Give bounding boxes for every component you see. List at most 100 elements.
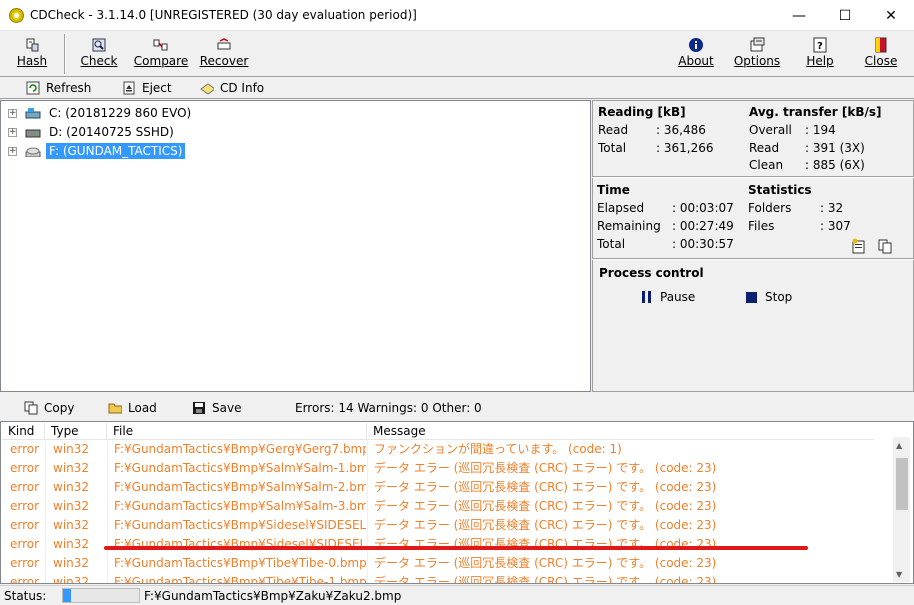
log-row[interactable]: error win32 F:¥GundamTactics¥Bmp¥Tibe¥Tibe… — [2, 573, 874, 584]
refresh-button[interactable]: Refresh — [26, 79, 91, 97]
column-message[interactable]: Message — [367, 423, 874, 440]
log-row[interactable]: error win32 F:¥GundamTactics¥Bmp¥Sidesel¥S… — [2, 516, 874, 535]
help-button[interactable]: ? Help — [802, 31, 838, 75]
log-cell-type: win32 — [53, 499, 90, 513]
log-row[interactable]: error win32 F:¥GundamTactics¥Bmp¥Salm¥Salm… — [2, 497, 874, 516]
total-time-label: Total — [597, 237, 626, 251]
reading-read-value: : 36,486 — [656, 123, 706, 137]
options-button[interactable]: Options — [734, 31, 780, 75]
load-button[interactable]: Load — [108, 399, 157, 417]
scroll-down-icon[interactable]: ▼ — [896, 570, 902, 579]
column-divider — [367, 440, 368, 459]
column-divider — [45, 440, 46, 459]
pause-button[interactable]: Pause — [642, 290, 695, 304]
tree-item-f[interactable]: + F: (GUNDAM_TACTICS) — [8, 142, 186, 160]
recover-icon — [215, 36, 233, 53]
column-kind[interactable]: Kind — [2, 423, 45, 440]
copy-button[interactable]: Copy — [24, 399, 74, 417]
cd-info-icon — [200, 81, 214, 95]
log-cell-type: win32 — [53, 518, 90, 532]
log-cell-file: F:¥GundamTactics¥Bmp¥Salm¥Salm-3.bmp — [114, 499, 366, 513]
close-button[interactable]: Close — [862, 31, 900, 75]
copy-stats-icon[interactable] — [877, 238, 893, 254]
column-divider — [45, 516, 46, 535]
scrollbar-thumb[interactable] — [896, 458, 908, 510]
column-divider — [367, 535, 368, 554]
log-row[interactable]: error win32 F:¥GundamTactics¥Bmp¥Tibe¥Tibe… — [2, 554, 874, 573]
process-control-section: Process control Pause Stop — [592, 260, 914, 320]
info-icon — [687, 36, 705, 53]
transfer-overall-label: Overall — [749, 123, 792, 137]
toolbar-separator — [64, 34, 66, 74]
column-divider — [45, 535, 46, 554]
cd-info-button[interactable]: CD Info — [200, 79, 264, 97]
expand-icon[interactable]: + — [8, 146, 17, 156]
log-list[interactable]: Kind Type File Message error win32 F:¥Gund… — [0, 421, 914, 584]
log-cell-file: F:¥GundamTactics¥Bmp¥Tibe¥Tibe-0.bmp — [114, 556, 366, 570]
log-row[interactable]: error win32 F:¥GundamTactics¥Bmp¥Sidesel¥S… — [2, 535, 874, 554]
recover-button[interactable]: Recover — [200, 31, 248, 75]
reading-title: Reading [kB] — [598, 105, 686, 119]
scroll-up-icon[interactable]: ▲ — [896, 441, 902, 450]
hash-button[interactable]: Hash — [12, 31, 52, 75]
files-label: Files — [748, 219, 775, 233]
log-cell-file: F:¥GundamTactics¥Bmp¥Tibe¥Tibe-1.bmp — [114, 575, 366, 584]
compare-button[interactable]: Compare — [134, 31, 188, 75]
close-window-button[interactable]: ✕ — [868, 0, 914, 31]
log-cell-message: データ エラー (巡回冗長検査 (CRC) エラー) です。 (code: 23… — [374, 556, 717, 570]
log-row[interactable]: error win32 F:¥GundamTactics¥Bmp¥Salm¥Salm… — [2, 478, 874, 497]
log-cell-file: F:¥GundamTactics¥Bmp¥Gerg¥Gerg7.bmp — [114, 442, 366, 456]
log-cell-kind: error — [10, 499, 40, 513]
exit-door-icon — [872, 36, 890, 53]
eject-icon — [122, 81, 136, 95]
about-button[interactable]: About — [675, 31, 717, 75]
tree-item-c[interactable]: + C: (20181229 860 EVO) — [8, 104, 194, 122]
folders-label: Folders — [748, 201, 792, 215]
log-row[interactable]: error win32 F:¥GundamTactics¥Bmp¥Salm¥Salm… — [2, 459, 874, 478]
log-row[interactable]: error win32 F:¥GundamTactics¥Bmp¥Gerg¥Gerg… — [2, 440, 874, 459]
column-divider — [367, 478, 368, 497]
options-icon — [748, 36, 766, 53]
transfer-clean-label: Clean — [749, 158, 784, 172]
progress-fill — [63, 589, 71, 602]
column-file[interactable]: File — [107, 423, 367, 440]
status-bar: Status: F:¥GundamTactics¥Bmp¥Zaku¥Zaku2.… — [0, 585, 914, 605]
column-divider — [367, 554, 368, 573]
column-divider — [107, 478, 108, 497]
total-time-value: : 00:30:57 — [672, 237, 734, 251]
column-divider — [45, 554, 46, 573]
reading-total-label: Total — [598, 141, 627, 155]
minimize-button[interactable]: — — [776, 0, 822, 31]
column-type[interactable]: Type — [45, 423, 107, 440]
log-cell-type: win32 — [53, 537, 90, 551]
stop-button[interactable]: Stop — [746, 290, 792, 304]
drive-tree: + C: (20181229 860 EVO) + D: (20140725 S… — [0, 100, 591, 392]
column-divider — [107, 516, 108, 535]
log-cell-type: win32 — [53, 575, 90, 584]
log-cell-kind: error — [10, 461, 40, 475]
title-bar: CDCheck - 3.1.14.0 [UNREGISTERED (30 day… — [0, 0, 914, 31]
cd-drive-icon — [25, 147, 41, 157]
transfer-read-value: : 391 (3X) — [805, 141, 865, 155]
expand-icon[interactable]: + — [8, 127, 17, 137]
remaining-value: : 00:27:49 — [672, 219, 734, 233]
eject-button[interactable]: Eject — [122, 79, 172, 97]
log-cell-kind: error — [10, 518, 40, 532]
help-icon: ? — [811, 36, 829, 53]
save-button[interactable]: Save — [192, 399, 241, 417]
maximize-button[interactable]: ☐ — [822, 0, 868, 31]
reading-read-label: Read — [598, 123, 629, 137]
transfer-title: Avg. transfer [kB/s] — [749, 105, 882, 119]
log-cell-kind: error — [10, 537, 40, 551]
log-cell-file: F:¥GundamTactics¥Bmp¥Salm¥Salm-2.bmp — [114, 480, 366, 494]
hard-drive-icon — [25, 129, 41, 138]
column-divider — [107, 535, 108, 554]
check-button[interactable]: Check — [78, 31, 120, 75]
log-cell-type: win32 — [53, 556, 90, 570]
check-icon — [90, 36, 108, 53]
log-cell-kind: error — [10, 575, 40, 584]
export-stats-icon[interactable] — [851, 238, 867, 254]
expand-icon[interactable]: + — [8, 108, 17, 118]
refresh-icon — [26, 81, 40, 95]
tree-item-d[interactable]: + D: (20140725 SSHD) — [8, 123, 177, 141]
